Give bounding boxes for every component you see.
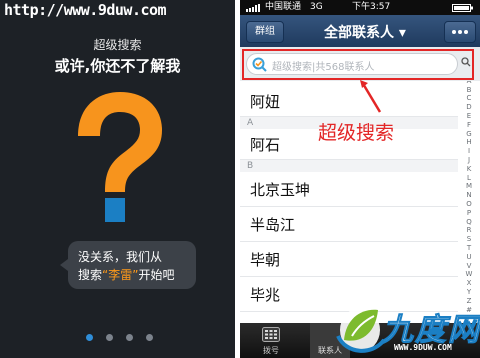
tab-dialer-label: 拨号 [263,346,279,355]
contact-name: 阿妞 [250,93,281,111]
intro-screen: http://www.9duw.com 超级搜索 或许,你还不了解我 没关系，我… [0,0,235,358]
page-dot[interactable] [106,334,113,341]
question-mark-icon [78,92,162,222]
index-letter[interactable]: P [460,209,478,217]
hint-highlight: “李雷” [102,268,139,282]
index-letter[interactable]: S [460,235,478,243]
index-letter[interactable]: W [460,270,478,278]
index-letter[interactable]: E [460,112,478,120]
intro-headline: 或许,你还不了解我 [54,57,181,75]
index-letter[interactable]: Q [460,218,478,226]
contact-row[interactable]: 阿妞 [240,86,458,117]
page-dot-active[interactable] [86,334,93,341]
contact-name: 半岛江 [250,216,296,234]
contact-row[interactable]: 半岛江 [240,207,458,242]
callout-label: 超级搜索 [318,122,395,144]
index-letter[interactable]: N [460,191,478,199]
contact-name: 毕朝 [250,251,281,269]
network-type: 3G [310,2,323,12]
status-time: 下午3:57 [352,2,391,12]
contact-row[interactable]: 毕朝 [240,242,458,277]
index-letter[interactable]: L [460,174,478,182]
more-button[interactable] [444,21,476,43]
index-letter[interactable]: X [460,279,478,287]
status-bar: 中国联通 3G 下午3:57 [240,0,480,15]
page-indicator[interactable] [86,334,156,344]
dialpad-icon [262,327,280,342]
battery-icon [452,4,473,12]
search-highlight-box [242,49,474,80]
alphabet-index[interactable]: QABCDEFGHIJKLMNOPQRSTUVWXYZ# [460,68,478,318]
section-header: B [240,160,458,172]
hint-line-2-suffix: 开始吧 [138,268,175,282]
hint-line-2: 搜索“李雷”开始吧 [78,266,174,283]
index-letter[interactable]: C [460,94,478,102]
tab-dialer[interactable]: 拨号 [250,323,292,358]
index-letter[interactable]: O [460,200,478,208]
index-letter[interactable]: V [460,262,478,270]
index-letter[interactable]: R [460,226,478,234]
brand-url: WWW.9DUW.COM [394,343,452,352]
hint-line-1: 没关系，我们从 [78,250,163,264]
index-letter[interactable]: B [460,86,478,94]
carrier-name: 中国联通 [265,2,302,12]
nav-bar: 群组 全部联系人 ▾ [240,15,480,47]
index-letter[interactable]: F [460,121,478,129]
contact-name: 阿石 [250,136,281,154]
index-letter[interactable]: H [460,138,478,146]
page-dot[interactable] [146,334,153,341]
contact-row[interactable]: 北京玉坤 [240,172,458,207]
intro-subtitle: 超级搜索 [93,38,142,52]
index-letter[interactable]: M [460,182,478,190]
contacts-filter-title[interactable]: 全部联系人 ▾ [300,22,430,42]
groups-button[interactable]: 群组 [246,21,284,43]
contact-name: 北京玉坤 [250,181,311,199]
index-letter[interactable]: I [460,147,478,155]
page-dot[interactable] [126,334,133,341]
index-letter[interactable]: T [460,244,478,252]
callout-arrow-icon [360,80,382,113]
signal-icon [246,4,260,12]
index-letter[interactable]: G [460,130,478,138]
hint-line-2-prefix: 搜索 [78,268,103,282]
index-letter[interactable]: Y [460,288,478,296]
index-letter[interactable]: D [460,103,478,111]
index-letter[interactable]: J [460,156,478,164]
watermark-url: http://www.9duw.com [4,1,167,19]
index-letter[interactable]: K [460,165,478,173]
contact-name: 毕兆 [250,286,281,304]
index-letter[interactable]: U [460,253,478,261]
hint-bubble: 没关系，我们从 搜索“李雷”开始吧 [60,241,196,289]
